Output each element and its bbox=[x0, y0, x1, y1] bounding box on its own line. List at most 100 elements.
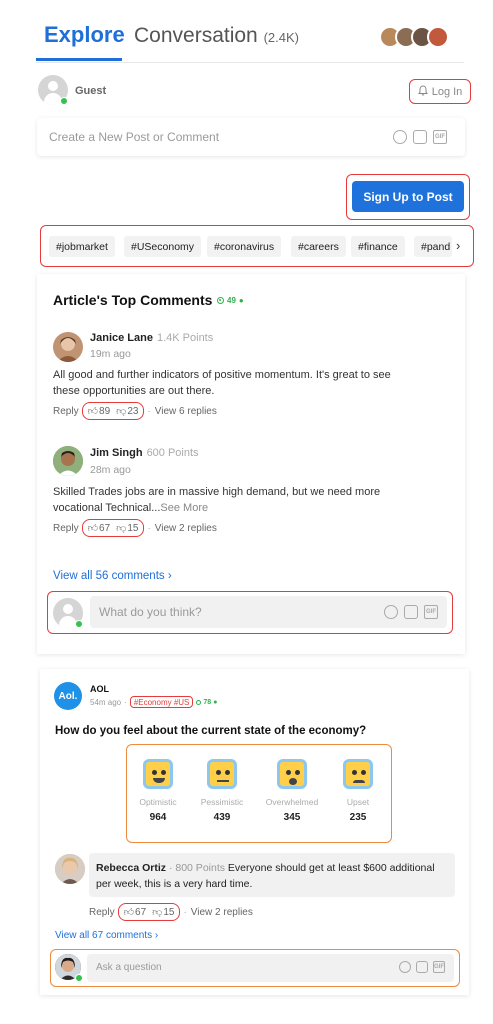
happy-face-icon bbox=[143, 759, 173, 789]
new-post-placeholder: Create a New Post or Comment bbox=[49, 130, 220, 144]
upvote-count: 67 bbox=[135, 907, 147, 918]
online-indicator bbox=[75, 620, 83, 628]
gif-icon[interactable]: GIF bbox=[433, 961, 445, 973]
comment-actions: Reply 👍︎89 👎︎23 · View 6 replies bbox=[53, 402, 217, 420]
angry-face-icon bbox=[343, 759, 373, 789]
ask-toolbar: GIF bbox=[399, 961, 445, 973]
view-all-comments-link[interactable]: View all 56 comments › bbox=[53, 570, 172, 582]
view-replies-link[interactable]: View 2 replies bbox=[155, 523, 217, 534]
tag-chip[interactable]: #finance bbox=[351, 236, 405, 257]
comment-author[interactable]: Janice Lane 1.4K Points bbox=[90, 332, 213, 344]
upvote-button[interactable]: 👍︎89 bbox=[88, 405, 111, 417]
camera-icon[interactable] bbox=[416, 961, 428, 973]
post-time: 54m ago bbox=[90, 697, 122, 707]
tab-explore[interactable]: Explore bbox=[44, 22, 125, 48]
post-author[interactable]: AOL bbox=[90, 684, 109, 694]
emoji-icon[interactable] bbox=[384, 605, 398, 619]
signup-highlight: Sign Up to Post bbox=[346, 174, 470, 220]
aol-logo[interactable]: Aol. bbox=[54, 682, 82, 710]
tag-chip[interactable]: #USeconomy bbox=[124, 236, 202, 257]
post-meta: 54m ago · #Economy #US 78 ● bbox=[90, 696, 217, 708]
poll-count: 345 bbox=[283, 812, 301, 823]
tag-chip[interactable]: #careers bbox=[291, 236, 346, 257]
avatar[interactable] bbox=[55, 854, 85, 884]
separator-dot: · bbox=[183, 906, 187, 918]
upvote-count: 89 bbox=[99, 406, 111, 417]
poll-count: 439 bbox=[213, 812, 231, 823]
vote-group: 👍︎67 👎︎15 bbox=[81, 519, 145, 537]
camera-icon[interactable] bbox=[413, 130, 427, 144]
vote-group: 👍︎67 👎︎15 bbox=[117, 903, 181, 921]
live-icon bbox=[217, 297, 224, 304]
author-points: 800 Points bbox=[175, 862, 225, 874]
poll-question: How do you feel about the current state … bbox=[55, 725, 367, 737]
sad-face-icon bbox=[207, 759, 237, 789]
view-all-comments-link[interactable]: View all 67 comments › bbox=[55, 930, 158, 941]
poll-option-optimistic[interactable]: Optimistic 964 bbox=[127, 759, 189, 823]
poll: Optimistic 964 Pessimistic 439 Overwhelm… bbox=[126, 744, 392, 843]
guest-name: Guest bbox=[75, 85, 107, 97]
downvote-count: 23 bbox=[127, 406, 139, 417]
downvote-button[interactable]: 👎︎15 bbox=[116, 522, 138, 534]
comment-text: Rebecca Ortiz · 800 Points Everyone shou… bbox=[96, 862, 435, 890]
poll-label: Optimistic bbox=[139, 797, 177, 807]
poll-count: 235 bbox=[349, 812, 367, 823]
ask-input[interactable]: Ask a question GIF bbox=[87, 954, 454, 982]
thumbs-down-icon: 👎︎ bbox=[116, 523, 127, 534]
upvote-button[interactable]: 👍︎67 bbox=[88, 522, 111, 534]
tag-chip[interactable]: #coronavirus bbox=[207, 236, 282, 257]
emoji-icon[interactable] bbox=[393, 130, 407, 144]
tab-conversation[interactable]: Conversation (2.4K) bbox=[134, 24, 299, 48]
emoji-icon[interactable] bbox=[399, 961, 411, 973]
reply-input[interactable]: What do you think? GIF bbox=[90, 596, 447, 628]
post-tags[interactable]: #Economy #US bbox=[129, 696, 194, 708]
see-more-link[interactable]: See More bbox=[160, 502, 208, 514]
avatar bbox=[427, 26, 449, 48]
signup-button[interactable]: Sign Up to Post bbox=[352, 181, 464, 212]
view-all-label: View all 67 comments bbox=[55, 930, 153, 941]
shocked-face-icon bbox=[277, 759, 307, 789]
view-replies-link[interactable]: View 6 replies bbox=[155, 406, 217, 417]
comment-author[interactable]: Jim Singh 600 Points bbox=[90, 447, 199, 459]
view-replies-link[interactable]: View 2 replies bbox=[191, 907, 253, 918]
downvote-button[interactable]: 👎︎23 bbox=[116, 405, 138, 417]
chevron-right-icon: › bbox=[167, 570, 172, 582]
comment-time: 19m ago bbox=[90, 348, 131, 360]
reply-placeholder: What do you think? bbox=[99, 605, 202, 619]
reply-link[interactable]: Reply bbox=[53, 523, 79, 534]
poll-option-pessimistic[interactable]: Pessimistic 439 bbox=[191, 759, 253, 823]
poll-label: Overwhelmed bbox=[265, 797, 319, 807]
gif-icon[interactable]: GIF bbox=[424, 605, 438, 619]
downvote-count: 15 bbox=[163, 907, 175, 918]
reply-link[interactable]: Reply bbox=[89, 907, 115, 918]
camera-icon[interactable] bbox=[404, 605, 418, 619]
author-name: Jim Singh bbox=[90, 447, 143, 459]
avatar[interactable] bbox=[53, 332, 83, 362]
login-button[interactable]: Log In bbox=[409, 79, 471, 104]
avatar[interactable] bbox=[53, 446, 83, 476]
downvote-button[interactable]: 👎︎15 bbox=[152, 906, 174, 918]
reply-link[interactable]: Reply bbox=[53, 406, 79, 417]
bell-icon bbox=[417, 84, 428, 99]
reply-highlight: What do you think? GIF bbox=[47, 591, 453, 634]
participant-avatars bbox=[379, 26, 449, 48]
poll-option-upset[interactable]: Upset 235 bbox=[327, 759, 389, 823]
author-name[interactable]: Rebecca Ortiz bbox=[96, 862, 166, 874]
poll-label: Upset bbox=[346, 797, 370, 807]
person-icon: ● bbox=[238, 296, 244, 305]
ask-highlight: Ask a question GIF bbox=[50, 949, 460, 987]
conversation-count: (2.4K) bbox=[263, 30, 299, 45]
thumbs-down-icon: 👎︎ bbox=[116, 406, 127, 417]
header-divider bbox=[36, 62, 464, 63]
tag-chip[interactable]: #pand bbox=[414, 236, 452, 257]
gif-icon[interactable]: GIF bbox=[433, 130, 447, 144]
post-toolbar: GIF bbox=[393, 130, 447, 144]
featured-comment: Rebecca Ortiz · 800 Points Everyone shou… bbox=[89, 853, 455, 897]
poll-option-overwhelmed[interactable]: Overwhelmed 345 bbox=[261, 759, 323, 823]
upvote-button[interactable]: 👍︎67 bbox=[124, 906, 147, 918]
chevron-right-icon[interactable]: › bbox=[456, 238, 460, 253]
tag-chip[interactable]: #jobmarket bbox=[49, 236, 115, 257]
view-all-label: View all 56 comments bbox=[53, 570, 165, 582]
vote-group: 👍︎89 👎︎23 bbox=[81, 402, 145, 420]
new-post-input[interactable]: Create a New Post or Comment GIF bbox=[37, 118, 465, 156]
